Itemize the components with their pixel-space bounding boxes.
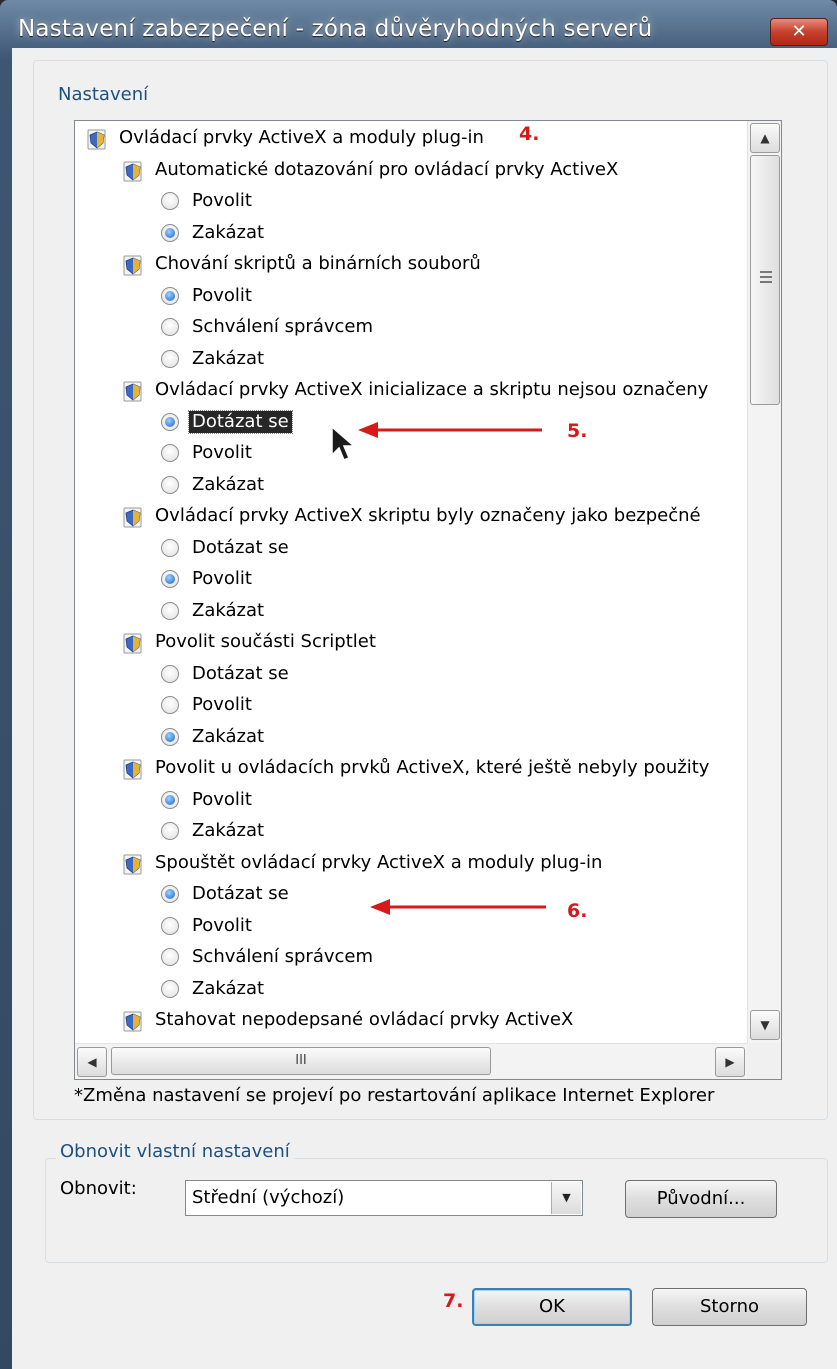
radio-unchecked[interactable] [161,475,179,494]
radio-checked[interactable] [161,412,179,431]
shield-icon [123,507,142,528]
tree-option-label: Povolit [192,284,252,306]
radio-checked[interactable] [161,286,179,305]
radio-unchecked[interactable] [161,318,179,336]
shield-icon [123,759,142,780]
radio-unchecked[interactable] [161,192,179,210]
tree-option-label: Povolit [192,190,252,211]
tree-category-label: Povolit u ovládacích prvků ActiveX, kter… [155,757,710,778]
scroll-down-icon[interactable]: ▼ [750,1010,780,1040]
tree-option-label: Schválení správcem [192,946,374,967]
annotation-5: 5. [567,420,588,442]
tree-option-label: Zakázat [192,725,265,747]
reset-level-value: Střední (výchozí) [192,1187,345,1208]
radio-unchecked[interactable] [161,696,179,714]
tree-option-label: Zakázat [192,221,265,243]
window-title: Nastavení zabezpečení - zóna důvěryhodný… [18,16,653,42]
shield-icon [123,381,142,402]
close-button[interactable]: ✕ [770,18,828,46]
tree-option-label: Dotázat se [192,536,289,558]
settings-tree: Ovládací prvky ActiveX a moduly plug-in A… [74,120,782,1080]
shield-icon [123,633,142,654]
tree-category-label: Ovládací prvky ActiveX a moduly plug-in [119,127,484,148]
scroll-right-icon[interactable]: ▶ [715,1047,745,1077]
tree-category-label: Stahovat nepodepsané ovládací prvky Acti… [155,1009,574,1030]
shield-icon [87,129,106,150]
annotation-6: 6. [567,900,588,922]
ok-button[interactable]: OK [472,1288,632,1326]
radio-checked[interactable] [161,885,179,903]
mouse-cursor-icon [331,425,357,461]
scroll-up-icon[interactable]: ▲ [750,123,780,153]
radio-unchecked[interactable] [161,916,179,935]
tree-option-label: Povolit [192,442,252,463]
dialog-window: Nastavení zabezpečení - zóna důvěryhodný… [0,0,837,1369]
reset-original-button[interactable]: Původní... [625,1180,777,1218]
radio-unchecked[interactable] [161,664,179,683]
annotation-arrow-6 [370,899,546,915]
tree-category-label: Ovládací prvky ActiveX inicializace a sk… [155,379,709,400]
vertical-scrollbar[interactable]: ▲ ▼ [747,121,781,1043]
vertical-scroll-thumb[interactable] [750,155,780,405]
chevron-down-icon[interactable]: ▼ [551,1182,581,1214]
reset-label: Obnovit: [60,1178,137,1199]
reset-level-combo[interactable]: Střední (výchozí) ▼ [185,1180,583,1216]
tree-option-label: Zakázat [192,599,265,621]
tree-category-label: Spouštět ovládací prvky ActiveX a moduly… [155,851,603,873]
tree-option-label: Dotázat se [188,409,293,434]
tree-category-label: Povolit součásti Scriptlet [155,631,376,652]
reset-group-label: Obnovit vlastní nastavení [56,1141,294,1163]
radio-unchecked[interactable] [161,948,179,966]
tree-category-label: Automatické dotazování pro ovládací prvk… [155,158,619,180]
restart-note: *Změna nastavení se projeví po restartov… [74,1085,715,1106]
tree-option-label: Povolit [192,568,252,589]
tree-option-label: Zakázat [192,473,265,495]
cancel-button[interactable]: Storno [652,1288,807,1326]
shield-icon [123,1011,142,1032]
radio-checked[interactable] [161,727,179,746]
radio-unchecked[interactable] [161,538,179,557]
scroll-left-icon[interactable]: ◀ [77,1047,107,1077]
tree-category-label: Ovládací prvky ActiveX skriptu byly ozna… [155,505,701,526]
radio-checked[interactable] [161,790,179,809]
tree-option-label: Povolit [192,788,252,810]
tree-option-label: Dotázat se [192,883,289,904]
tree-option-label: Zakázat [192,977,265,999]
tree-option-label: Zakázat [192,347,265,369]
close-icon: ✕ [791,21,807,42]
tree-option-label: Zakázat [192,820,265,841]
annotation-arrow-5 [358,422,542,438]
grip-icon [760,271,772,283]
shield-icon [123,854,142,874]
tree-option-label: Schválení správcem [192,316,374,337]
scrollbar-corner [747,1043,781,1079]
radio-unchecked[interactable] [161,349,179,368]
shield-icon [123,255,142,276]
radio-unchecked[interactable] [161,444,179,462]
shield-icon [123,161,142,181]
horizontal-scroll-thumb[interactable]: III [111,1047,491,1075]
radio-checked[interactable] [161,223,179,242]
radio-checked[interactable] [161,570,179,588]
radio-unchecked[interactable] [161,601,179,620]
tree-option-label: Povolit [192,694,252,715]
tree-option-label: Povolit [192,914,252,936]
radio-unchecked[interactable] [161,979,179,998]
annotation-4: 4. [519,123,540,145]
tree-category-label: Chování skriptů a binárních souborů [155,253,481,274]
tree-option-label: Dotázat se [192,662,289,684]
settings-group-label: Nastavení [54,84,153,106]
annotation-7: 7. [443,1290,464,1312]
horizontal-scrollbar[interactable]: ◀ III ▶ [75,1043,747,1079]
radio-unchecked[interactable] [161,822,179,840]
